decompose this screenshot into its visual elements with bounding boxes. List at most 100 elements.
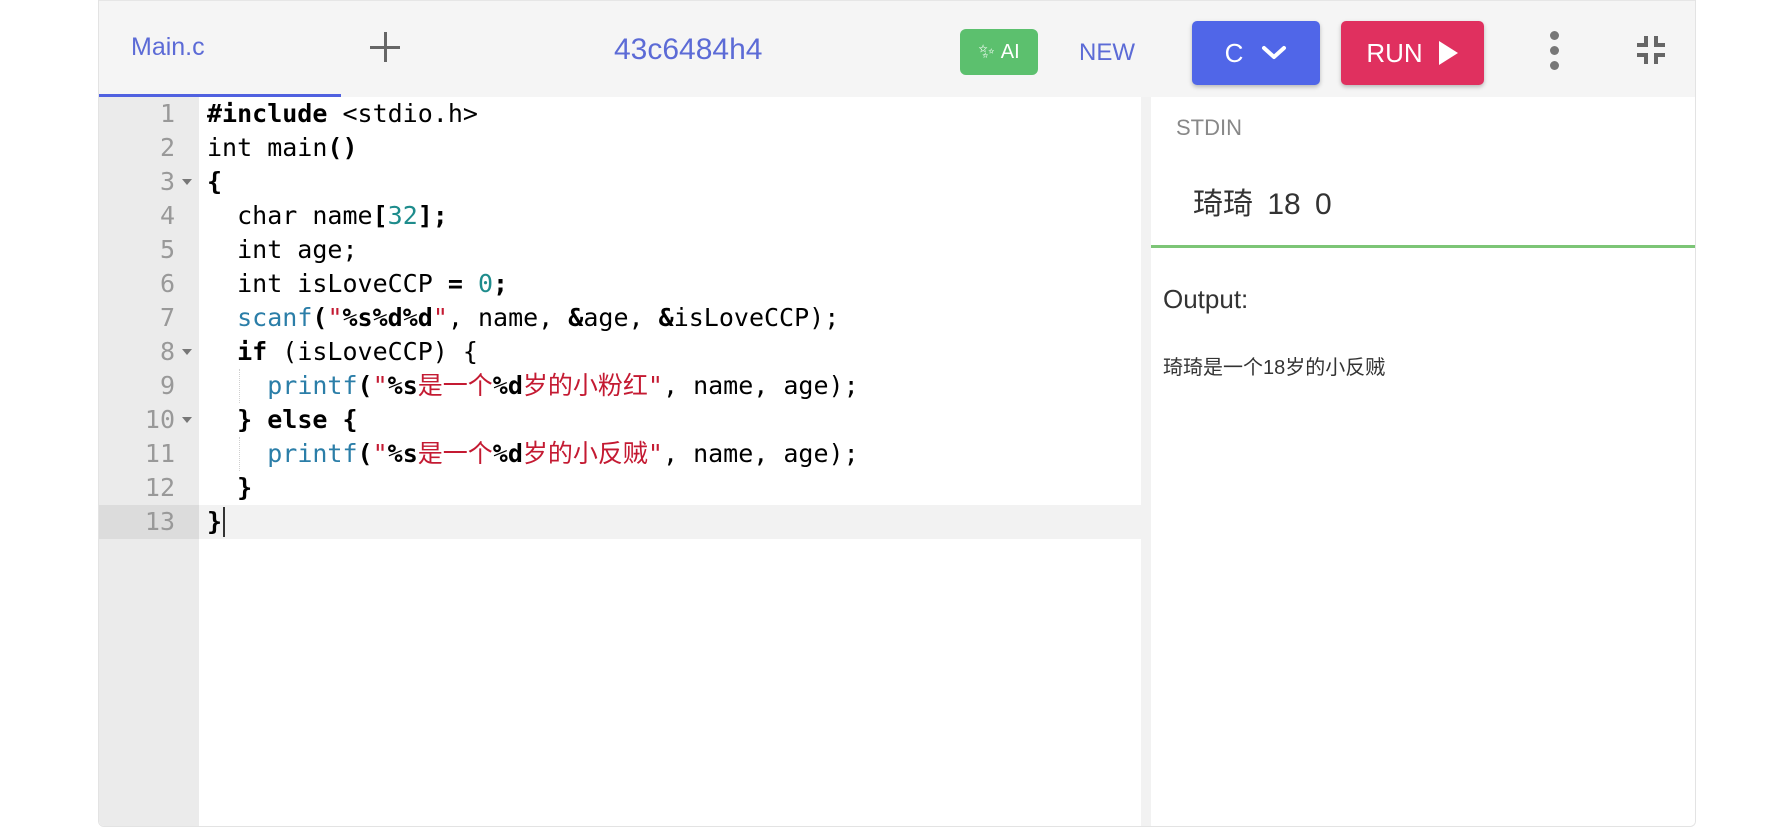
- code-token: 0: [477, 269, 494, 298]
- collapse-icon[interactable]: [1635, 34, 1667, 66]
- code-token: %d: [492, 439, 523, 468]
- line-number: 6: [159, 269, 175, 298]
- code-line: char name[32];: [207, 199, 448, 233]
- code-token: [: [372, 201, 388, 230]
- code-line: if (isLoveCCP) {: [207, 335, 478, 369]
- code-token: if: [237, 337, 268, 366]
- output-label: Output:: [1163, 284, 1249, 314]
- code-token: }: [207, 507, 223, 536]
- code-token: %s: [387, 439, 418, 468]
- code-line: } else {: [207, 403, 358, 437]
- code-line: printf("%s是一个%d岁的小粉红", name, age);: [207, 369, 859, 403]
- code-token: &: [658, 303, 674, 332]
- code-token: (: [312, 303, 328, 332]
- line-number: 2: [159, 133, 175, 162]
- line-number: 11: [144, 439, 175, 468]
- language-label: C: [1224, 37, 1244, 68]
- gutter-row-active: 13: [99, 505, 199, 539]
- code-line: }: [207, 471, 252, 505]
- run-label: RUN: [1366, 37, 1423, 68]
- code-token: isLoveCCP);: [673, 303, 840, 332]
- code-token: 是一个: [417, 371, 493, 400]
- ai-button[interactable]: ✨︎ AI: [960, 29, 1038, 75]
- code-token: ": [372, 439, 388, 468]
- code-token: %s: [387, 371, 418, 400]
- text-cursor: [223, 507, 225, 537]
- line-number: 4: [159, 201, 175, 230]
- code-token: 岁的小粉红: [522, 371, 648, 400]
- code-token: (: [357, 371, 373, 400]
- code-line: printf("%s是一个%d岁的小反贼", name, age);: [207, 437, 859, 471]
- code-token: int isLoveCCP: [207, 269, 448, 298]
- chevron-down-icon: [1262, 46, 1287, 59]
- code-token: 岁的小反贼: [522, 439, 648, 468]
- code-token: ": [372, 371, 388, 400]
- gutter-row: 6: [99, 267, 199, 301]
- file-id[interactable]: 43c6484h4: [614, 33, 762, 67]
- code-token: , name, age);: [662, 439, 859, 468]
- code-token: ;: [493, 269, 509, 298]
- kebab-menu-icon[interactable]: [1545, 31, 1565, 71]
- line-gutter: 1 2 3 4 5 6 7 8 9 10 11 12 13: [99, 97, 199, 826]
- stdin-panel[interactable]: STDIN 琦琦 18 0: [1151, 97, 1695, 248]
- code-line: {: [207, 165, 222, 199]
- toolbar: Main.c 43c6484h4 ✨︎ AI NEW C RUN: [99, 0, 1695, 98]
- code-line: int age;: [207, 233, 358, 267]
- line-number: 13: [144, 507, 175, 536]
- gutter-row: 2: [99, 131, 199, 165]
- code-token: }: [207, 405, 268, 434]
- code-token: =: [447, 269, 463, 298]
- code-line: scanf("%s%d%d", name, &age, &isLoveCCP);: [207, 301, 839, 335]
- code-token: int age;: [207, 235, 358, 264]
- gutter-row: 12: [99, 471, 199, 505]
- code-token: int main: [207, 133, 328, 162]
- line-number: 5: [159, 235, 175, 264]
- line-number: 9: [159, 371, 175, 400]
- code-token: ": [647, 439, 663, 468]
- code-token: , name, age);: [662, 371, 859, 400]
- line-number: 8: [159, 337, 175, 366]
- code-line: int main(): [207, 131, 358, 165]
- code-token: #include: [207, 99, 328, 128]
- fold-arrow-icon[interactable]: [182, 417, 192, 423]
- fold-arrow-icon[interactable]: [182, 349, 192, 355]
- stdin-input[interactable]: 琦琦 18 0: [1193, 179, 1332, 223]
- tab-main-c[interactable]: Main.c: [99, 1, 341, 98]
- code-token: 是一个: [417, 439, 493, 468]
- code-token: }: [207, 473, 253, 502]
- gutter-row: 8: [99, 335, 199, 369]
- line-number: 7: [159, 303, 175, 332]
- code-token: {: [207, 167, 223, 196]
- code-token: printf: [267, 371, 358, 400]
- code-editor[interactable]: 1 2 3 4 5 6 7 8 9 10 11 12 13 #include <…: [99, 97, 1141, 826]
- run-button[interactable]: RUN: [1341, 21, 1484, 85]
- line-number: 1: [159, 99, 175, 128]
- code-token: <stdio.h>: [327, 99, 478, 128]
- code-token: ];: [417, 201, 448, 230]
- gutter-row: 5: [99, 233, 199, 267]
- code-token: age,: [583, 303, 659, 332]
- gutter-row: 1: [99, 97, 199, 131]
- pane-divider[interactable]: [1141, 97, 1151, 826]
- language-select[interactable]: C: [1192, 21, 1320, 85]
- code-token: ": [327, 303, 343, 332]
- code-token: scanf: [237, 303, 313, 332]
- new-button[interactable]: NEW: [1079, 39, 1135, 67]
- code-token: 32: [387, 201, 418, 230]
- gutter-row: 10: [99, 403, 199, 437]
- tab-label: Main.c: [131, 33, 205, 61]
- add-tab-icon[interactable]: [369, 31, 403, 65]
- fold-arrow-icon[interactable]: [182, 179, 192, 185]
- code-token: %d: [492, 371, 523, 400]
- gutter-row: 4: [99, 199, 199, 233]
- code-token: &: [568, 303, 584, 332]
- sparkle-icon: ✨︎: [978, 41, 995, 63]
- line-number: 3: [159, 167, 175, 196]
- output-panel: Output: 琦琦是一个18岁的小反贼: [1151, 248, 1695, 826]
- code-token: printf: [267, 439, 358, 468]
- code-token: {: [327, 405, 358, 434]
